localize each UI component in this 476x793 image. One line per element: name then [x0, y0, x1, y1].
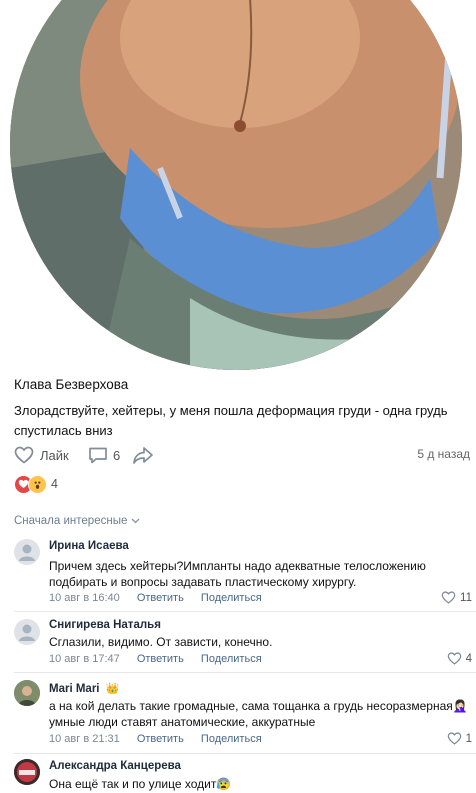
comment-author[interactable]: Александра Канцерева [49, 760, 181, 772]
post-photo[interactable] [10, 0, 462, 370]
heart-outline-icon [441, 591, 456, 604]
comment-meta: 10 авг в 16:40 Ответить Поделиться [49, 592, 276, 604]
comment-date[interactable]: 10 авг в 16:40 [49, 592, 120, 604]
comment-like-button[interactable]: 11 [441, 591, 472, 604]
heart-outline-icon [447, 652, 461, 665]
comment-date[interactable]: 10 авг в 17:47 [49, 653, 120, 665]
heart-outline-icon [14, 446, 34, 464]
share-link[interactable]: Поделиться [201, 592, 262, 604]
photo-illustration [10, 0, 462, 370]
avatar[interactable] [14, 539, 40, 565]
comment-text: Сглазили, видимо. От зависти, конечно. [49, 635, 273, 649]
heart-outline-icon [447, 732, 461, 745]
comment-author[interactable]: Снигирева Наталья [49, 619, 161, 631]
avatar[interactable] [14, 680, 40, 706]
comment-date[interactable]: 10 авг в 21:31 [49, 733, 120, 745]
divider [14, 672, 476, 673]
share-button[interactable] [132, 444, 154, 466]
chevron-down-icon [131, 518, 140, 524]
default-avatar-icon [19, 624, 35, 641]
comment-like-count: 1 [465, 732, 472, 745]
comment-like-button[interactable]: 1 [447, 732, 472, 745]
comments-button[interactable]: 6 [88, 444, 120, 466]
comment-text: Причем здесь хейтеры?Импланты надо адекв… [49, 559, 426, 589]
comment-like-count: 11 [460, 591, 472, 604]
comment-author[interactable]: Mari Mari 👑 [49, 682, 120, 696]
divider [14, 753, 476, 754]
comment-author[interactable]: Ирина Исаева [49, 540, 129, 552]
crown-badge-icon: 👑 [105, 683, 120, 695]
post-actions: Лайк 6 5 д назад [14, 444, 474, 466]
reply-button[interactable]: Ответить [137, 653, 184, 665]
comments-sort-dropdown[interactable]: Сначала интересные [14, 515, 140, 527]
like-label: Лайк [40, 447, 69, 463]
post-author[interactable]: Клава Безверхова [14, 377, 128, 392]
sort-label: Сначала интересные [14, 515, 128, 527]
comment-like-button[interactable]: 4 [447, 652, 472, 665]
divider [14, 611, 476, 612]
comment-text: а на кой делать такие громадные, сама то… [49, 699, 468, 729]
reply-button[interactable]: Ответить [137, 592, 184, 604]
share-icon [133, 447, 153, 464]
comment-text: Она ещё так и по улице ходит😰 [49, 777, 232, 791]
like-button[interactable]: Лайк [14, 444, 69, 466]
user-photo-avatar [14, 680, 40, 706]
comment-meta: 10 авг в 21:31 Ответить Поделиться [49, 733, 276, 745]
user-photo-avatar [14, 759, 40, 785]
avatar[interactable] [14, 619, 40, 645]
comments-count: 6 [113, 447, 121, 463]
comment-like-count: 4 [465, 652, 472, 665]
reactions-summary[interactable]: 4 [14, 474, 58, 494]
reactions-count: 4 [51, 477, 58, 491]
post-media[interactable] [0, 0, 476, 371]
post-time: 5 д назад [417, 447, 470, 461]
post-text: Злорадствуйте, хейтеры, у меня пошла деф… [14, 403, 448, 438]
share-link[interactable]: Поделиться [201, 733, 262, 745]
comment-meta: 10 авг в 17:47 Ответить Поделиться [49, 653, 276, 665]
reply-button[interactable]: Ответить [137, 733, 184, 745]
share-link[interactable]: Поделиться [201, 653, 262, 665]
default-avatar-icon [19, 544, 35, 561]
wow-reaction-icon [28, 474, 47, 494]
comment-icon [89, 447, 107, 464]
avatar[interactable] [14, 759, 40, 785]
